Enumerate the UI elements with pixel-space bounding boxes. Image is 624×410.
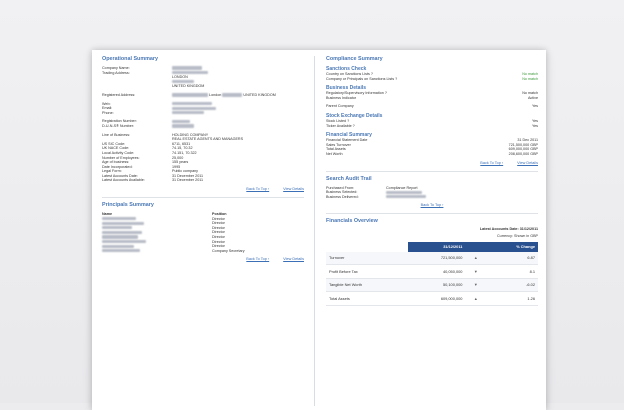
table-row: Tangible Net Worth 50,100,000 ▼ -6.02 — [326, 278, 538, 293]
duns-number-label: D-U-N-S® Number: — [102, 123, 135, 128]
financial-row: Net Worth 208,600,000 GBP — [326, 152, 538, 157]
redacted-principal-name — [102, 235, 138, 239]
metric-value: 609,000,000 — [407, 291, 466, 306]
date-column-header: 31/12/2011 — [407, 241, 466, 252]
principals-links: Back To Top › View Details — [102, 257, 304, 261]
trend-down-icon: ▼ — [465, 278, 487, 293]
registered-country: UNITED KINGDOM — [243, 92, 276, 97]
parent-company-value: Yes — [531, 104, 538, 109]
trading-country: UNITED KINGDOM — [172, 84, 205, 89]
metric-label: Turnover — [326, 251, 408, 266]
table-row: Profit Before Tax 40,050,000 ▼ 8.1 — [326, 264, 538, 279]
phone-label: Phone: — [102, 110, 114, 115]
redacted-address — [172, 71, 208, 75]
table-row: Turnover 721,500,000 ▲ 6.87 — [326, 251, 538, 266]
table-row: Total Assets 609,000,000 ▲ 1.26 — [326, 291, 538, 306]
sanctions-row: Company or Principals on Sanctions Lists… — [326, 77, 538, 82]
redacted-registered-postcode — [222, 93, 243, 97]
parent-company-label: Parent Company — [326, 104, 354, 109]
financial-label: Net Worth — [326, 151, 343, 156]
redacted-principal-name — [102, 240, 146, 244]
business-label: Business Indicator — [326, 95, 357, 100]
redacted-postcode — [172, 80, 194, 84]
metric-change: 8.1 — [486, 264, 538, 279]
registered-address-label: Registered Address: — [102, 92, 136, 97]
detail-label: Latest Accounts Available: — [102, 178, 145, 183]
redacted-principal-name — [102, 244, 134, 248]
redacted-registration-number — [172, 119, 190, 123]
compliance-links: Back To Top › View Details — [326, 161, 538, 165]
trend-down-icon: ▼ — [465, 264, 487, 279]
redacted-principal-name — [102, 249, 140, 253]
metric-label: Profit Before Tax — [326, 264, 408, 279]
redacted-email — [172, 106, 216, 110]
compliance-summary-title: Compliance Summary — [326, 56, 383, 62]
redacted-principal-name — [102, 226, 132, 230]
redacted-principal-name — [102, 221, 144, 225]
section-divider — [326, 213, 538, 215]
audit-label: Business Delivered: — [326, 194, 359, 199]
trend-up-icon: ▲ — [465, 291, 487, 306]
view-details-link[interactable]: View Details — [283, 257, 304, 261]
operational-links: Back To Top › View Details — [102, 187, 304, 191]
currency-note: Currency: Shown in GBP — [497, 233, 538, 238]
redacted-principal-name — [102, 230, 142, 235]
redacted-principal-name — [102, 217, 136, 221]
redacted-web — [172, 101, 212, 106]
column-divider — [314, 56, 315, 406]
registered-city: London — [209, 92, 222, 97]
back-to-top-link[interactable]: Back To Top › — [246, 187, 269, 191]
change-column-header: % Change — [486, 241, 538, 252]
audit-links: Back To Top › — [326, 203, 538, 207]
report-screenshot: Operational Summary Company Name: Tradin… — [0, 0, 624, 410]
business-value: Active — [527, 95, 538, 100]
financials-table: 31/12/2011 % Change Turnover 721,500,000… — [326, 241, 538, 306]
redacted-company-name — [172, 66, 202, 70]
right-column: Compliance Summary Sanctions Check Count… — [326, 56, 538, 306]
back-to-top-link[interactable]: Back To Top › — [480, 161, 503, 165]
metric-value: 40,050,000 — [407, 264, 466, 279]
back-to-top-link[interactable]: Back To Top › — [246, 257, 269, 261]
financials-overview-title: Financials Overview — [326, 218, 378, 225]
principal-position: Company Secretary — [212, 248, 245, 253]
back-to-top-link[interactable]: Back To Top › — [421, 203, 444, 207]
stock-label: Ticker Available ? — [326, 123, 355, 128]
stock-row: Ticker Available ? Yes — [326, 124, 538, 129]
metric-change: -6.02 — [486, 278, 538, 293]
latest-accounts-date: Latest Accounts Date: 31/12/2011 — [479, 227, 538, 232]
metric-change: 6.87 — [486, 251, 538, 266]
metric-value: 50,100,000 — [407, 278, 466, 293]
sanctions-label: Company or Principals on Sanctions Lists… — [326, 76, 398, 81]
parent-company-row: Parent Company Yes — [326, 104, 538, 109]
financials-header-row: 31/12/2011 % Change — [326, 241, 538, 252]
metric-label: Total Assets — [326, 291, 408, 306]
metric-label: Tangible Net Worth — [326, 278, 408, 293]
redacted-duns-number — [172, 124, 194, 128]
view-details-link[interactable]: View Details — [517, 161, 538, 165]
sanctions-value: No match — [522, 76, 538, 81]
redacted-business-selected — [386, 190, 422, 194]
metric-value: 721,500,000 — [407, 251, 466, 266]
stock-value: Yes — [531, 123, 538, 128]
detail-value: 31 December 2011 — [172, 178, 204, 183]
audit-row: Business Delivered: — [326, 195, 538, 200]
trend-up-icon: ▲ — [465, 251, 487, 266]
registered-address-row: Registered Address: London UNITED KINGDO… — [102, 93, 304, 98]
redacted-registered-street — [172, 93, 208, 97]
section-divider — [102, 197, 304, 199]
redacted-phone — [172, 111, 204, 115]
view-details-link[interactable]: View Details — [283, 187, 304, 191]
redacted-business-delivered — [386, 195, 426, 199]
principal-row: Company Secretary — [102, 249, 304, 254]
metric-change: 1.26 — [486, 291, 538, 306]
left-column: Operational Summary Company Name: Tradin… — [102, 56, 304, 261]
report-page: Operational Summary Company Name: Tradin… — [92, 50, 546, 410]
section-divider — [326, 170, 538, 172]
financial-value: 208,600,000 GBP — [508, 151, 538, 156]
